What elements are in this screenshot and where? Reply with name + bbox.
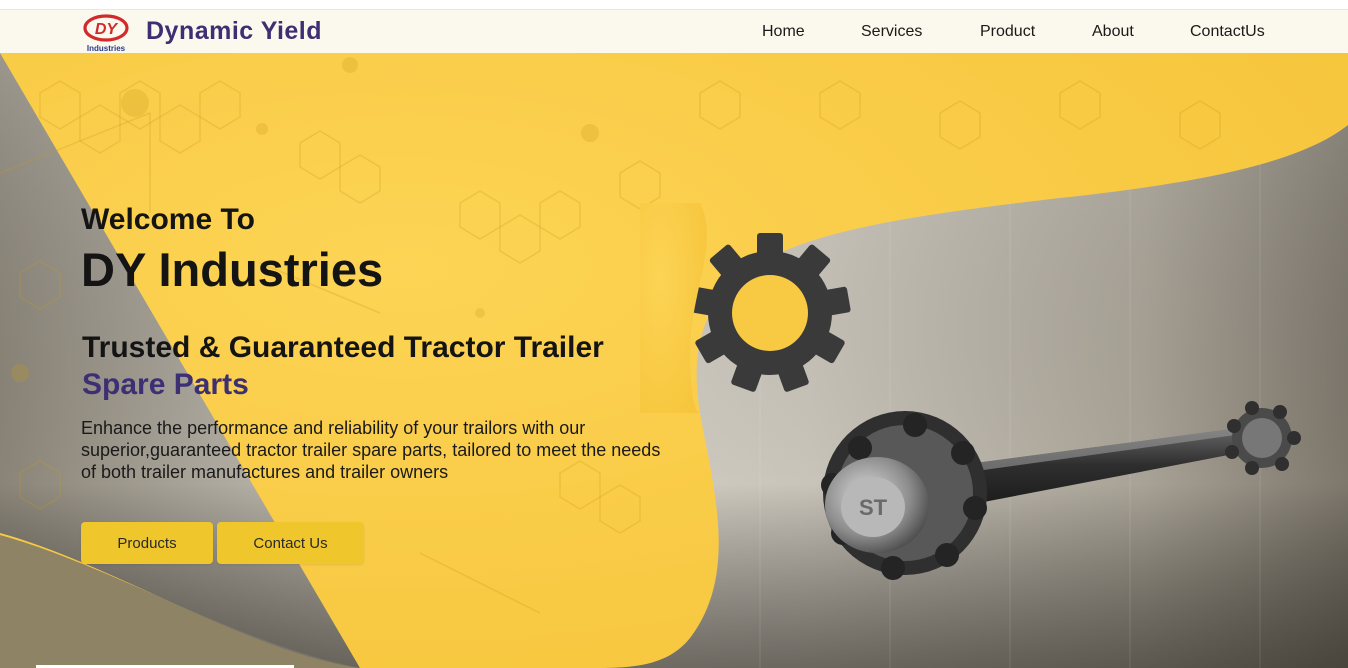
- nav-services[interactable]: Services: [861, 23, 922, 41]
- nav-product[interactable]: Product: [980, 23, 1035, 41]
- tagline: Trusted & Guaranteed Tractor Trailer: [82, 331, 604, 364]
- nav-home[interactable]: Home: [762, 23, 805, 41]
- nav-contactus[interactable]: ContactUs: [1190, 23, 1265, 41]
- logo-subtext: Industries: [87, 44, 126, 53]
- tagline-accent: Spare Parts: [82, 368, 249, 401]
- logo-initials: DY: [95, 21, 119, 38]
- contact-us-button[interactable]: Contact Us: [217, 522, 364, 564]
- navbar: DY Industries Dynamic Yield Home Service…: [0, 9, 1348, 53]
- products-button[interactable]: Products: [81, 522, 213, 564]
- dy-logo[interactable]: DY Industries: [80, 13, 132, 53]
- hero-description: Enhance the performance and reliability …: [81, 418, 661, 482]
- brand-name[interactable]: Dynamic Yield: [146, 17, 322, 46]
- nav-about[interactable]: About: [1092, 23, 1134, 41]
- top-strip: [0, 0, 1348, 9]
- company-title: DY Industries: [81, 243, 384, 296]
- welcome-heading: Welcome To: [81, 203, 255, 236]
- hero-section: ST Welcome To DY Industries Trusted & Gu…: [0, 53, 1348, 668]
- svg-text:ST: ST: [859, 495, 888, 520]
